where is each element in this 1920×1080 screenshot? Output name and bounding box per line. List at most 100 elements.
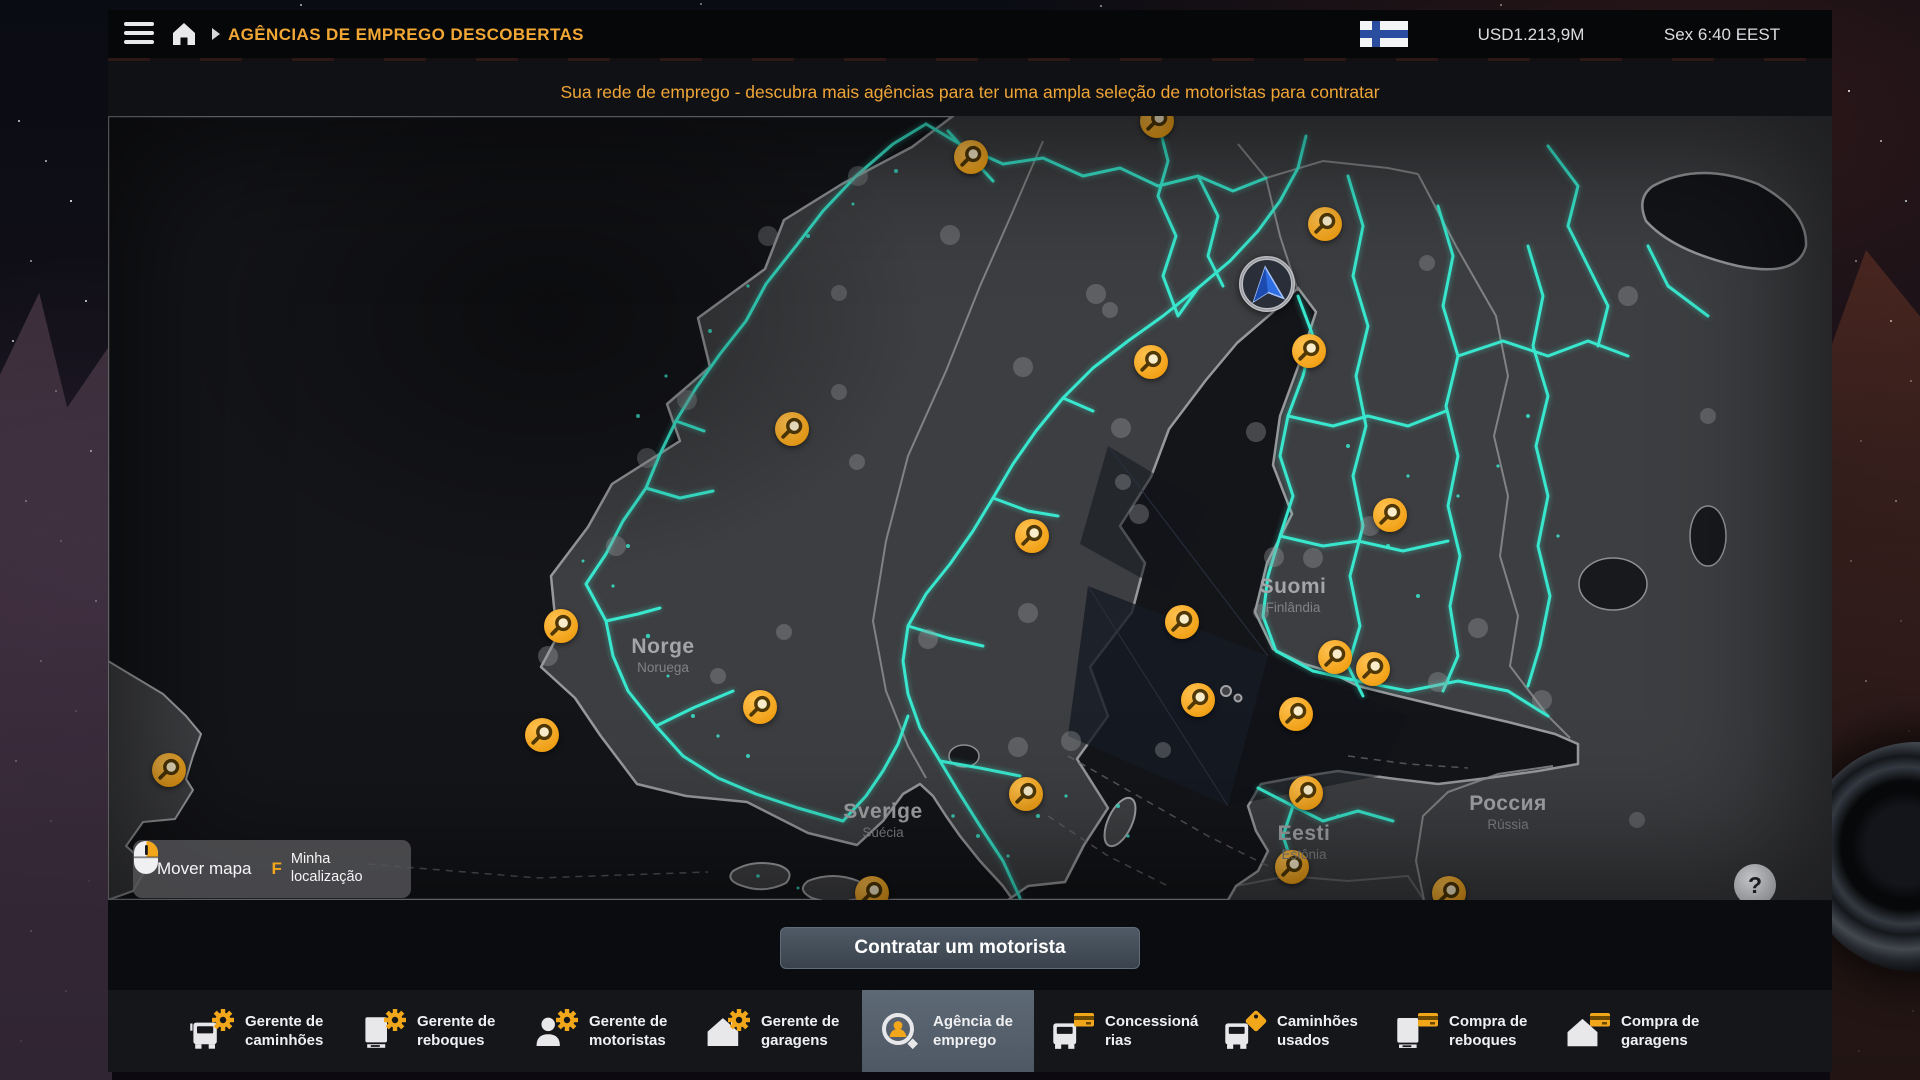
- toolbar-item-garage-purchase[interactable]: Compra degaragens: [1550, 990, 1722, 1072]
- toolbar-item-garage-manager[interactable]: Gerente degaragens: [690, 990, 862, 1072]
- toolbar-item-dealers[interactable]: Concessionárias: [1034, 990, 1206, 1072]
- stars-decoration: [0, 0, 2, 2]
- game-ui-window: AGÊNCIAS DE EMPREGO DESCOBERTAS USD1.213…: [108, 10, 1832, 1072]
- mouse-icon: [133, 840, 160, 876]
- toolbar-item-job-agency[interactable]: Agência deemprego: [862, 990, 1034, 1072]
- truck-tag-icon: [1220, 1007, 1268, 1055]
- undiscovered-city-dot: [1061, 731, 1081, 751]
- agency-marker[interactable]: [1009, 777, 1043, 811]
- agency-marker[interactable]: [1356, 652, 1390, 686]
- toolbar-item-label: Gerente dereboques: [417, 1012, 495, 1050]
- agency-marker[interactable]: [1279, 697, 1313, 731]
- finland-flag-icon: [1360, 21, 1408, 47]
- map-subtitle: Sua rede de emprego - descubra mais agên…: [108, 82, 1832, 103]
- undiscovered-city-dot: [1419, 255, 1435, 271]
- home-icon[interactable]: [170, 20, 198, 48]
- home-icon-svg: [170, 20, 198, 48]
- agency-marker[interactable]: [1275, 850, 1309, 884]
- undiscovered-city-dot: [677, 390, 697, 410]
- bottom-toolbar: Gerente decaminhões Gerente dereboques G…: [108, 990, 1832, 1072]
- map-viewport[interactable]: NorgeNoruegaSverigeSuéciaSuomiFinlândiaE…: [108, 116, 1832, 900]
- agency-marker[interactable]: [1165, 605, 1199, 639]
- garage-gear-icon: [704, 1007, 752, 1055]
- trailer-card-icon: [1392, 1007, 1440, 1055]
- undiscovered-city-dot: [1468, 618, 1488, 638]
- mountains-decoration: [0, 260, 112, 1080]
- toolbar-item-label: Gerente degaragens: [761, 1012, 839, 1050]
- shortcut-key-f: F: [271, 859, 281, 879]
- undiscovered-city-dot: [1086, 284, 1106, 304]
- undiscovered-city-dot: [1700, 408, 1716, 424]
- agency-marker[interactable]: [544, 609, 578, 643]
- agency-marker[interactable]: [1015, 519, 1049, 553]
- top-bar: AGÊNCIAS DE EMPREGO DESCOBERTAS USD1.213…: [108, 10, 1832, 58]
- undiscovered-city-dot: [1129, 504, 1149, 524]
- toolbar-item-label: Gerente decaminhões: [245, 1012, 323, 1050]
- agency-marker[interactable]: [152, 753, 186, 787]
- agency-marker[interactable]: [1181, 683, 1215, 717]
- agency-marker[interactable]: [525, 718, 559, 752]
- undiscovered-city-dot: [1428, 672, 1448, 692]
- garage-card-icon: [1564, 1007, 1612, 1055]
- undiscovered-city-dot: [1018, 603, 1038, 623]
- agency-marker[interactable]: [1289, 776, 1323, 810]
- undiscovered-city-dot: [1008, 737, 1028, 757]
- undiscovered-city-dot: [1264, 547, 1284, 567]
- page-title: AGÊNCIAS DE EMPREGO DESCOBERTAS: [228, 25, 584, 45]
- agency-marker[interactable]: [1318, 640, 1352, 674]
- money-display: USD1.213,9M: [1431, 25, 1631, 45]
- undiscovered-city-dot: [849, 454, 865, 470]
- undiscovered-city-dot: [538, 646, 558, 666]
- my-location-label: Minha localização: [291, 851, 387, 886]
- undiscovered-city-dot: [776, 624, 792, 640]
- toolbar-item-trailer-manager[interactable]: Gerente dereboques: [346, 990, 518, 1072]
- undiscovered-city-dot: [637, 448, 657, 468]
- toolbar-item-label: Compra dereboques: [1449, 1012, 1527, 1050]
- undiscovered-city-dot: [758, 226, 778, 246]
- driver-gear-icon: [532, 1007, 580, 1055]
- undiscovered-city-dot: [1155, 742, 1171, 758]
- undiscovered-city-dot: [1303, 548, 1323, 568]
- toolbar-item-trailer-purchase[interactable]: Compra dereboques: [1378, 990, 1550, 1072]
- toolbar-item-label: Concessionárias: [1105, 1012, 1198, 1050]
- hire-driver-button[interactable]: Contratar um motorista: [780, 927, 1140, 969]
- toolbar-item-label: Compra degaragens: [1621, 1012, 1699, 1050]
- breadcrumb-arrow-icon: [212, 28, 220, 40]
- undiscovered-city-dot: [940, 225, 960, 245]
- toolbar-item-label: Agência deemprego: [933, 1012, 1013, 1050]
- undiscovered-city-dot: [1629, 812, 1645, 828]
- move-map-label: Mover mapa: [157, 859, 251, 879]
- toolbar-item-truck-manager[interactable]: Gerente decaminhões: [174, 990, 346, 1072]
- undiscovered-city-dot: [1253, 604, 1269, 620]
- help-button[interactable]: ?: [1734, 864, 1776, 900]
- agency-marker[interactable]: [775, 412, 809, 446]
- agency-marker[interactable]: [1134, 345, 1168, 379]
- agency-marker[interactable]: [743, 690, 777, 724]
- map-legend: Mover mapa F Minha localização: [133, 840, 411, 898]
- toolbar-item-label: Gerente demotoristas: [589, 1012, 667, 1050]
- undiscovered-city-dot: [710, 668, 726, 684]
- undiscovered-city-dot: [1618, 286, 1638, 306]
- toolbar-item-label: Caminhõesusados: [1277, 1012, 1358, 1050]
- subtitle-bar: Sua rede de emprego - descubra mais agên…: [108, 58, 1832, 116]
- truck-card-icon: [1048, 1007, 1096, 1055]
- agency-marker[interactable]: [954, 140, 988, 174]
- truck-gear-icon: [188, 1007, 236, 1055]
- undiscovered-city-dot: [1246, 422, 1266, 442]
- undiscovered-city-dot: [831, 285, 847, 301]
- agency-marker[interactable]: [1292, 334, 1326, 368]
- undiscovered-city-dot: [606, 536, 626, 556]
- map-svg: [108, 116, 1832, 900]
- toolbar-item-used-trucks[interactable]: Caminhõesusados: [1206, 990, 1378, 1072]
- agency-search-icon: [876, 1007, 924, 1055]
- trailer-gear-icon: [360, 1007, 408, 1055]
- undiscovered-city-dot: [1115, 474, 1131, 490]
- hamburger-menu-icon[interactable]: [124, 22, 156, 46]
- undiscovered-city-dot: [1102, 302, 1118, 318]
- toolbar-item-driver-manager[interactable]: Gerente demotoristas: [518, 990, 690, 1072]
- agency-marker[interactable]: [1308, 207, 1342, 241]
- undiscovered-city-dot: [831, 384, 847, 400]
- agency-marker[interactable]: [1373, 498, 1407, 532]
- undiscovered-city-dot: [1111, 418, 1131, 438]
- hire-strip: Contratar um motorista: [108, 900, 1832, 990]
